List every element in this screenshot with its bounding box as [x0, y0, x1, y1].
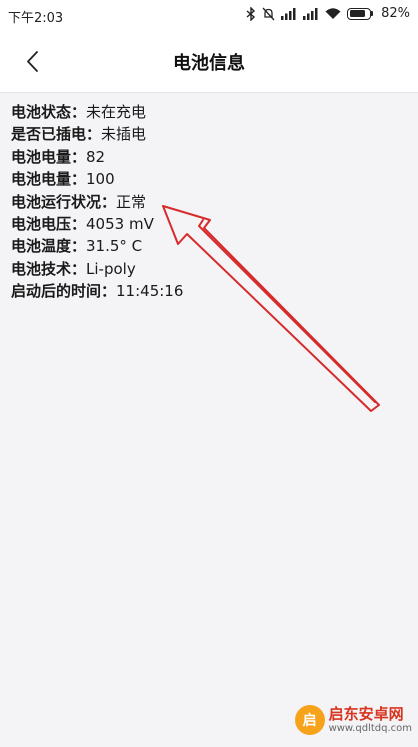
info-label: 电池电量： — [11, 147, 87, 166]
info-row: 是否已插电：未插电 — [11, 123, 183, 145]
info-value: 未插电 — [101, 125, 147, 144]
info-label: 电池温度： — [11, 237, 87, 256]
battery-level-fill — [349, 10, 366, 17]
watermark-url: www.qdltdq.com — [328, 722, 412, 734]
watermark-title: 启东安卓网 — [328, 704, 404, 723]
signal-icon — [303, 8, 318, 20]
mute-icon — [262, 7, 275, 20]
info-label: 电池电压： — [11, 215, 87, 234]
info-row: 电池状态：未在充电 — [11, 101, 183, 123]
info-value: 100 — [86, 170, 115, 189]
info-value: 82 — [86, 147, 106, 166]
title-bar: 电池信息 — [0, 32, 418, 93]
info-value: 未在充电 — [86, 103, 147, 121]
status-bar: 下午2:03 82% — [0, 0, 418, 32]
battery-info-list: 电池状态：未在充电 是否已插电：未插电 电池电量：82 电池电量：100 电池运… — [11, 101, 183, 303]
info-label: 电池状态： — [11, 103, 87, 121]
watermark: 启 启东安卓网 www.qdltdq.com — [294, 704, 412, 735]
page-title: 电池信息 — [173, 53, 245, 74]
status-time: 下午2:03 — [8, 11, 64, 26]
info-row: 电池温度：31.5° C — [11, 235, 183, 257]
info-label: 启动后的时间： — [11, 282, 117, 301]
wifi-icon — [325, 8, 341, 19]
info-value: 正常 — [116, 192, 147, 211]
info-row: 电池电量：100 — [11, 168, 183, 190]
info-value: 31.5° C — [86, 237, 143, 256]
info-row: 电池电量：82 — [11, 146, 183, 168]
status-icons: 82% — [246, 6, 410, 21]
info-label: 电池电量： — [11, 170, 87, 189]
info-row: 电池技术：Li-poly — [11, 258, 183, 280]
info-value: 4053 mV — [86, 215, 154, 234]
info-label: 是否已插电： — [11, 125, 102, 144]
info-value: 11:45:16 — [116, 282, 184, 301]
info-row: 启动后的时间：11:45:16 — [11, 280, 183, 302]
info-label: 电池运行状况： — [11, 192, 117, 211]
info-value: Li-poly — [86, 259, 136, 278]
battery-percent: 82% — [381, 6, 410, 21]
bluetooth-icon — [246, 6, 256, 21]
info-row: 电池电压：4053 mV — [11, 213, 183, 235]
info-row: 电池运行状况：正常 — [11, 191, 183, 213]
signal-icon — [281, 8, 296, 20]
watermark-logo: 启 — [294, 705, 325, 735]
info-label: 电池技术： — [11, 259, 87, 278]
battery-icon — [347, 7, 374, 20]
